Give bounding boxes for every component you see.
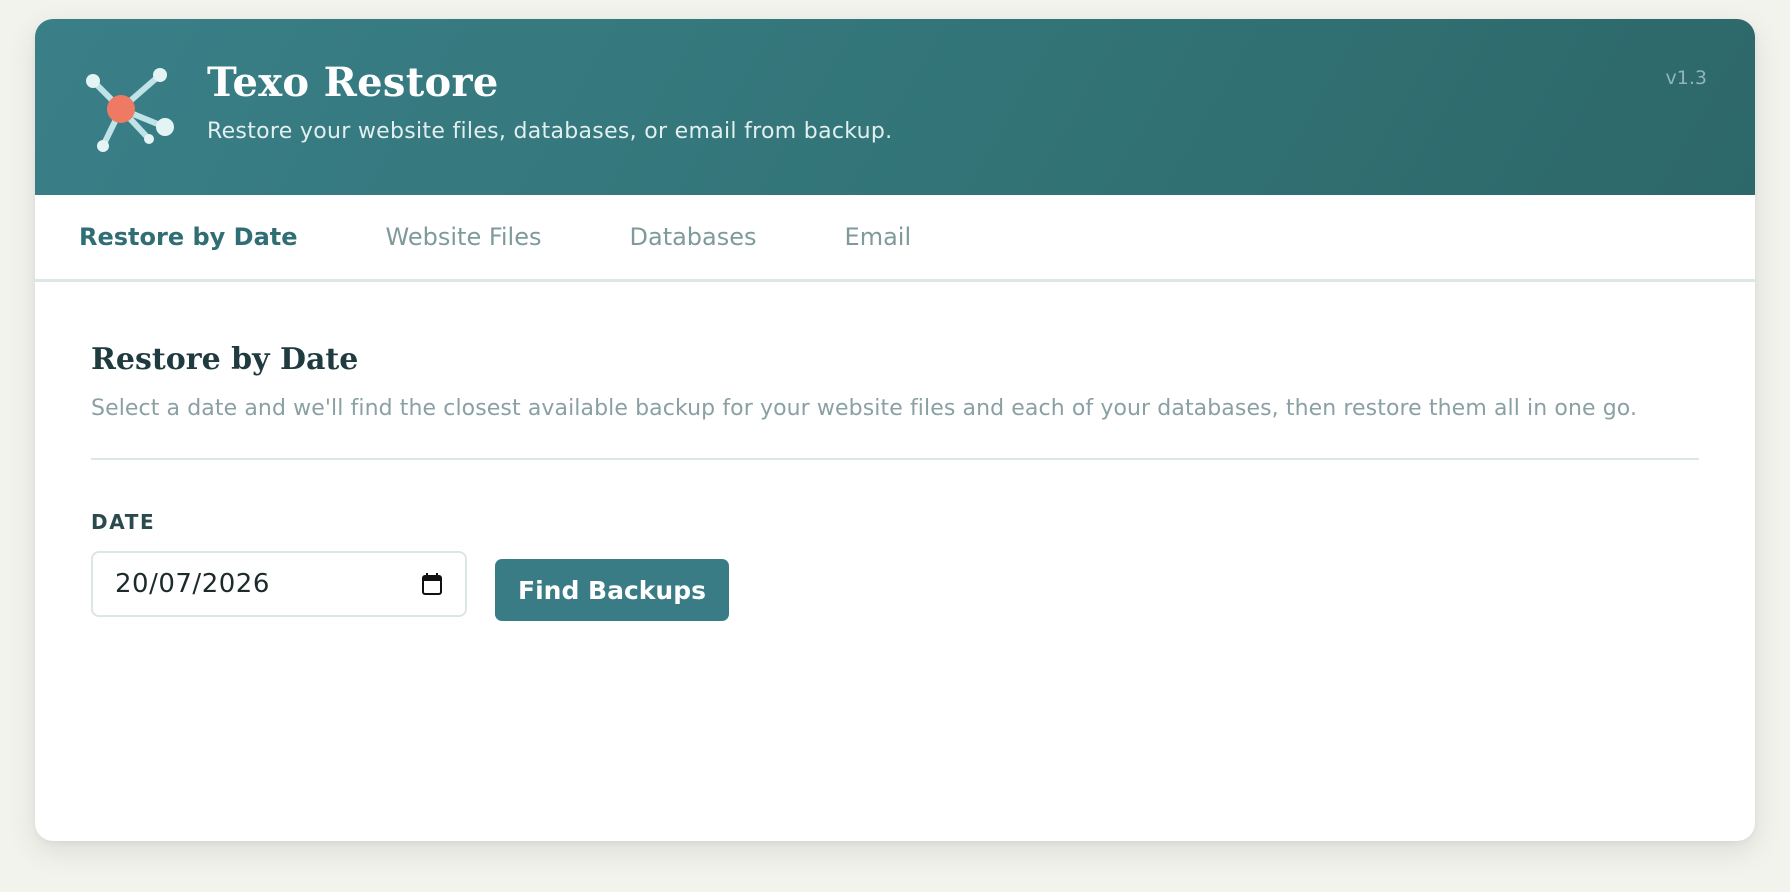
find-backups-button[interactable]: Find Backups: [495, 559, 729, 621]
date-input[interactable]: 20/07/2026: [91, 551, 467, 617]
version-label: v1.3: [1665, 67, 1707, 89]
tab-email[interactable]: Email: [845, 209, 912, 265]
date-field-label: DATE: [91, 510, 156, 534]
network-hub-icon: [86, 68, 174, 152]
tab-website-files[interactable]: Website Files: [386, 209, 542, 265]
app-subtitle: Restore your website files, databases, o…: [207, 119, 893, 144]
divider: [91, 458, 1699, 460]
section-description: Select a date and we'll find the closest…: [91, 396, 1638, 421]
calendar-icon[interactable]: [421, 572, 443, 596]
date-value[interactable]: 20/07/2026: [115, 569, 421, 599]
tab-restore-by-date[interactable]: Restore by Date: [79, 209, 298, 265]
tab-databases[interactable]: Databases: [630, 209, 757, 265]
section-title: Restore by Date: [91, 342, 359, 377]
app-header: Texo Restore Restore your website files,…: [35, 19, 1755, 195]
tab-bar: Restore by Date Website Files Databases …: [35, 195, 1755, 282]
app-card: Texo Restore Restore your website files,…: [35, 19, 1755, 841]
app-title: Texo Restore: [207, 59, 499, 106]
